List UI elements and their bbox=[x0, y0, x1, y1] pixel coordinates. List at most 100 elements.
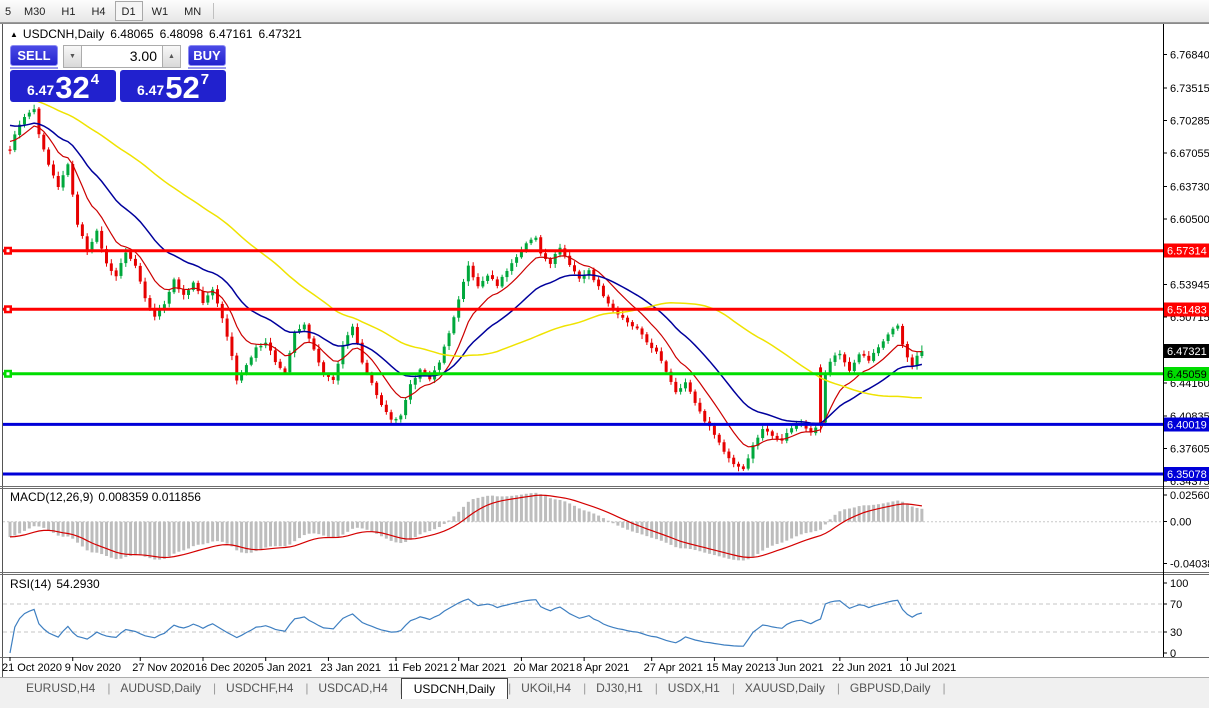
svg-text:6.53945: 6.53945 bbox=[1170, 280, 1209, 292]
candle-body bbox=[452, 317, 455, 333]
candle-body bbox=[341, 345, 344, 364]
candle-body bbox=[747, 458, 750, 468]
candle-body bbox=[274, 350, 277, 362]
svg-text:6.57314: 6.57314 bbox=[1167, 246, 1207, 258]
timeframe-button-MN[interactable]: MN bbox=[177, 1, 208, 21]
candle-body bbox=[718, 435, 721, 443]
svg-text:6.47321: 6.47321 bbox=[1167, 346, 1207, 358]
candle-body bbox=[650, 343, 653, 348]
candle-body bbox=[42, 135, 45, 150]
svg-text:6.51483: 6.51483 bbox=[1167, 304, 1207, 316]
rsi-value: 54.2930 bbox=[56, 577, 99, 591]
candle-body bbox=[896, 326, 899, 329]
candle-body bbox=[829, 362, 832, 373]
candle-body bbox=[901, 326, 904, 345]
svg-text:6.37605: 6.37605 bbox=[1170, 444, 1209, 456]
chart-tab-usdx-h1[interactable]: USDX,H1 bbox=[656, 678, 732, 700]
candle-body bbox=[911, 357, 914, 365]
candle-body bbox=[187, 290, 190, 295]
candle-body bbox=[182, 290, 185, 295]
candle-body bbox=[645, 334, 648, 342]
chart-tab-usdcnh-daily[interactable]: USDCNH,Daily bbox=[401, 678, 508, 700]
sell-price-sup: 4 bbox=[91, 71, 99, 88]
chart-tab-xauusd-daily[interactable]: XAUUSD,Daily bbox=[733, 678, 837, 700]
chart-tab-usdchf-h4[interactable]: USDCHF,H4 bbox=[214, 678, 305, 700]
candle-body bbox=[496, 279, 499, 286]
volume-decrease-button[interactable]: ▼ bbox=[63, 45, 82, 68]
svg-text:10 Jul 2021: 10 Jul 2021 bbox=[899, 662, 956, 674]
candle-body bbox=[95, 231, 98, 242]
timeframe-button-M30[interactable]: M30 bbox=[17, 1, 52, 21]
candle-body bbox=[501, 277, 504, 287]
candle-body bbox=[230, 337, 233, 356]
svg-text:16 Dec 2020: 16 Dec 2020 bbox=[195, 662, 257, 674]
buy-price-display[interactable]: 6.47 52 7 bbox=[120, 70, 226, 102]
svg-text:6.45059: 6.45059 bbox=[1167, 369, 1207, 381]
candle-body bbox=[776, 436, 779, 439]
toolbar-separator bbox=[213, 3, 214, 19]
svg-text:6.63730: 6.63730 bbox=[1170, 181, 1209, 193]
candle-body bbox=[703, 411, 706, 421]
svg-text:6.67055: 6.67055 bbox=[1170, 148, 1209, 160]
candle-body bbox=[13, 134, 16, 150]
svg-text:-0.040386: -0.040386 bbox=[1170, 559, 1209, 571]
candle-body bbox=[689, 382, 692, 391]
timeframe-toolbar: 5M30H1H4D1W1MN bbox=[0, 0, 1209, 23]
candle-body bbox=[771, 431, 774, 435]
rsi-indicator-label: RSI(14) 54.2930 bbox=[10, 577, 100, 591]
candle-body bbox=[530, 240, 533, 243]
status-strip bbox=[0, 699, 1209, 708]
sell-button[interactable]: SELL bbox=[10, 45, 58, 66]
ohlc-low: 6.47161 bbox=[209, 27, 252, 41]
chart-tab-ukoil-h4[interactable]: UKOil,H4 bbox=[509, 678, 583, 700]
volume-spinner: ▼ 3.00 ▲ bbox=[63, 45, 181, 68]
candle-body bbox=[115, 270, 118, 276]
candle-body bbox=[785, 433, 788, 441]
volume-increase-button[interactable]: ▲ bbox=[162, 45, 181, 68]
chart-tab-gbpusd-daily[interactable]: GBPUSD,Daily bbox=[838, 678, 943, 700]
candle-body bbox=[279, 362, 282, 368]
chart-tab-dj30-h1[interactable]: DJ30,H1 bbox=[584, 678, 655, 700]
candle-body bbox=[332, 377, 335, 380]
candle-body bbox=[862, 354, 865, 356]
buy-button[interactable]: BUY bbox=[188, 45, 226, 66]
candle-body bbox=[119, 263, 122, 276]
candle-body bbox=[409, 384, 412, 399]
ohlc-high: 6.48098 bbox=[160, 27, 203, 41]
candle-body bbox=[752, 445, 755, 458]
candle-body bbox=[858, 354, 861, 362]
chart-tab-audusd-daily[interactable]: AUDUSD,Daily bbox=[108, 678, 213, 700]
chart-tab-usdcad-h4[interactable]: USDCAD,H4 bbox=[306, 678, 399, 700]
timeframe-button-D1[interactable]: D1 bbox=[115, 1, 143, 21]
candle-body bbox=[399, 415, 402, 419]
chart-canvas[interactable]: 6.768406.735156.702856.670556.637306.605… bbox=[0, 0, 1209, 708]
candle-body bbox=[694, 392, 697, 403]
candle-body bbox=[81, 224, 84, 236]
sell-price-display[interactable]: 6.47 32 4 bbox=[10, 70, 116, 102]
collapse-panel-icon[interactable]: ▲ bbox=[10, 30, 18, 39]
timeframe-button-W1[interactable]: W1 bbox=[145, 1, 176, 21]
timeframe-button-H4[interactable]: H4 bbox=[84, 1, 112, 21]
candle-body bbox=[853, 363, 856, 371]
svg-text:100: 100 bbox=[1170, 578, 1188, 590]
candle-body bbox=[366, 363, 369, 373]
svg-text:70: 70 bbox=[1170, 599, 1182, 611]
candle-body bbox=[394, 419, 397, 420]
svg-text:2 Mar 2021: 2 Mar 2021 bbox=[451, 662, 507, 674]
volume-input[interactable]: 3.00 bbox=[82, 45, 162, 68]
candle-body bbox=[438, 363, 441, 370]
chart-ohlc-header: ▲USDCNH,Daily6.480656.480986.471616.4732… bbox=[10, 27, 302, 41]
timeframe-button-5[interactable]: 5 bbox=[1, 1, 15, 21]
candle-body bbox=[587, 270, 590, 275]
candle-body bbox=[375, 383, 378, 395]
candle-body bbox=[679, 388, 682, 392]
candle-body bbox=[448, 333, 451, 346]
timeframe-button-H1[interactable]: H1 bbox=[54, 1, 82, 21]
rsi-name: RSI(14) bbox=[10, 577, 51, 591]
candle-body bbox=[250, 357, 253, 364]
candle-body bbox=[148, 298, 151, 308]
buy-price-prefix: 6.47 bbox=[137, 82, 164, 98]
chart-tab-eurusd-h4[interactable]: EURUSD,H4 bbox=[14, 678, 107, 700]
mt4-window: 6.768406.735156.702856.670556.637306.605… bbox=[0, 0, 1209, 708]
svg-text:22 Jun 2021: 22 Jun 2021 bbox=[832, 662, 893, 674]
